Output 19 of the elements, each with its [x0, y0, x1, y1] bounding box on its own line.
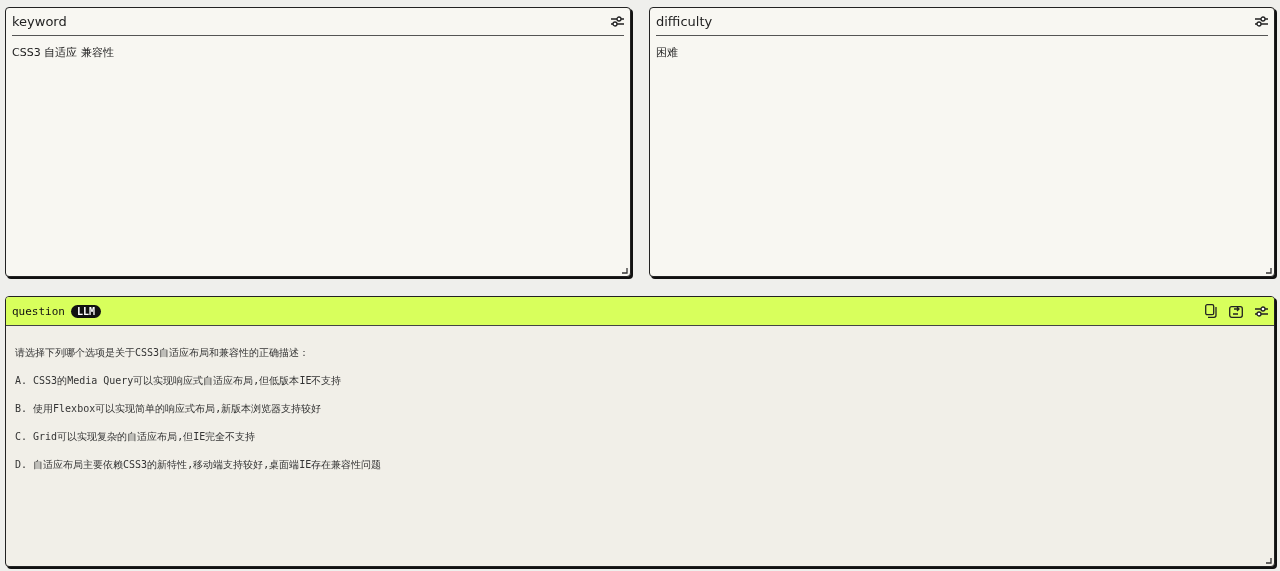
- question-text: D. 自适应布局主要依赖CSS3的新特性,移动端支持较好,桌面端IE存在兼容性问题: [15, 458, 383, 472]
- question-text: C. Grid可以实现复杂的自适应布局,但IE完全不支持: [15, 430, 257, 444]
- llm-badge: LLM: [71, 304, 102, 318]
- resize-handle-icon[interactable]: [622, 268, 628, 274]
- field-title: keyword: [12, 14, 67, 29]
- question-title: question: [12, 304, 65, 318]
- export-icon[interactable]: [1229, 304, 1243, 318]
- resize-handle-icon[interactable]: [1266, 268, 1272, 274]
- sliders-icon[interactable]: [1255, 16, 1268, 27]
- sliders-icon[interactable]: [611, 16, 624, 27]
- field-title: difficulty: [656, 14, 713, 29]
- question-text: A. CSS3的Media Query可以实现响应式自适应布局,但低版本IE不支持: [15, 374, 343, 388]
- resize-handle-icon[interactable]: [1266, 558, 1272, 564]
- field-value: 困难: [656, 45, 679, 60]
- copy-icon[interactable]: [1205, 304, 1217, 318]
- question-text: 请选择下列哪个选项是关于CSS3自适应布局和兼容性的正确描述：: [15, 346, 311, 360]
- sliders-icon[interactable]: [1255, 305, 1268, 317]
- question-text: B. 使用Flexbox可以实现简单的响应式布局,新版本浏览器支持较好: [15, 402, 323, 416]
- field-value: CSS3 自适应 兼容性: [12, 45, 115, 60]
